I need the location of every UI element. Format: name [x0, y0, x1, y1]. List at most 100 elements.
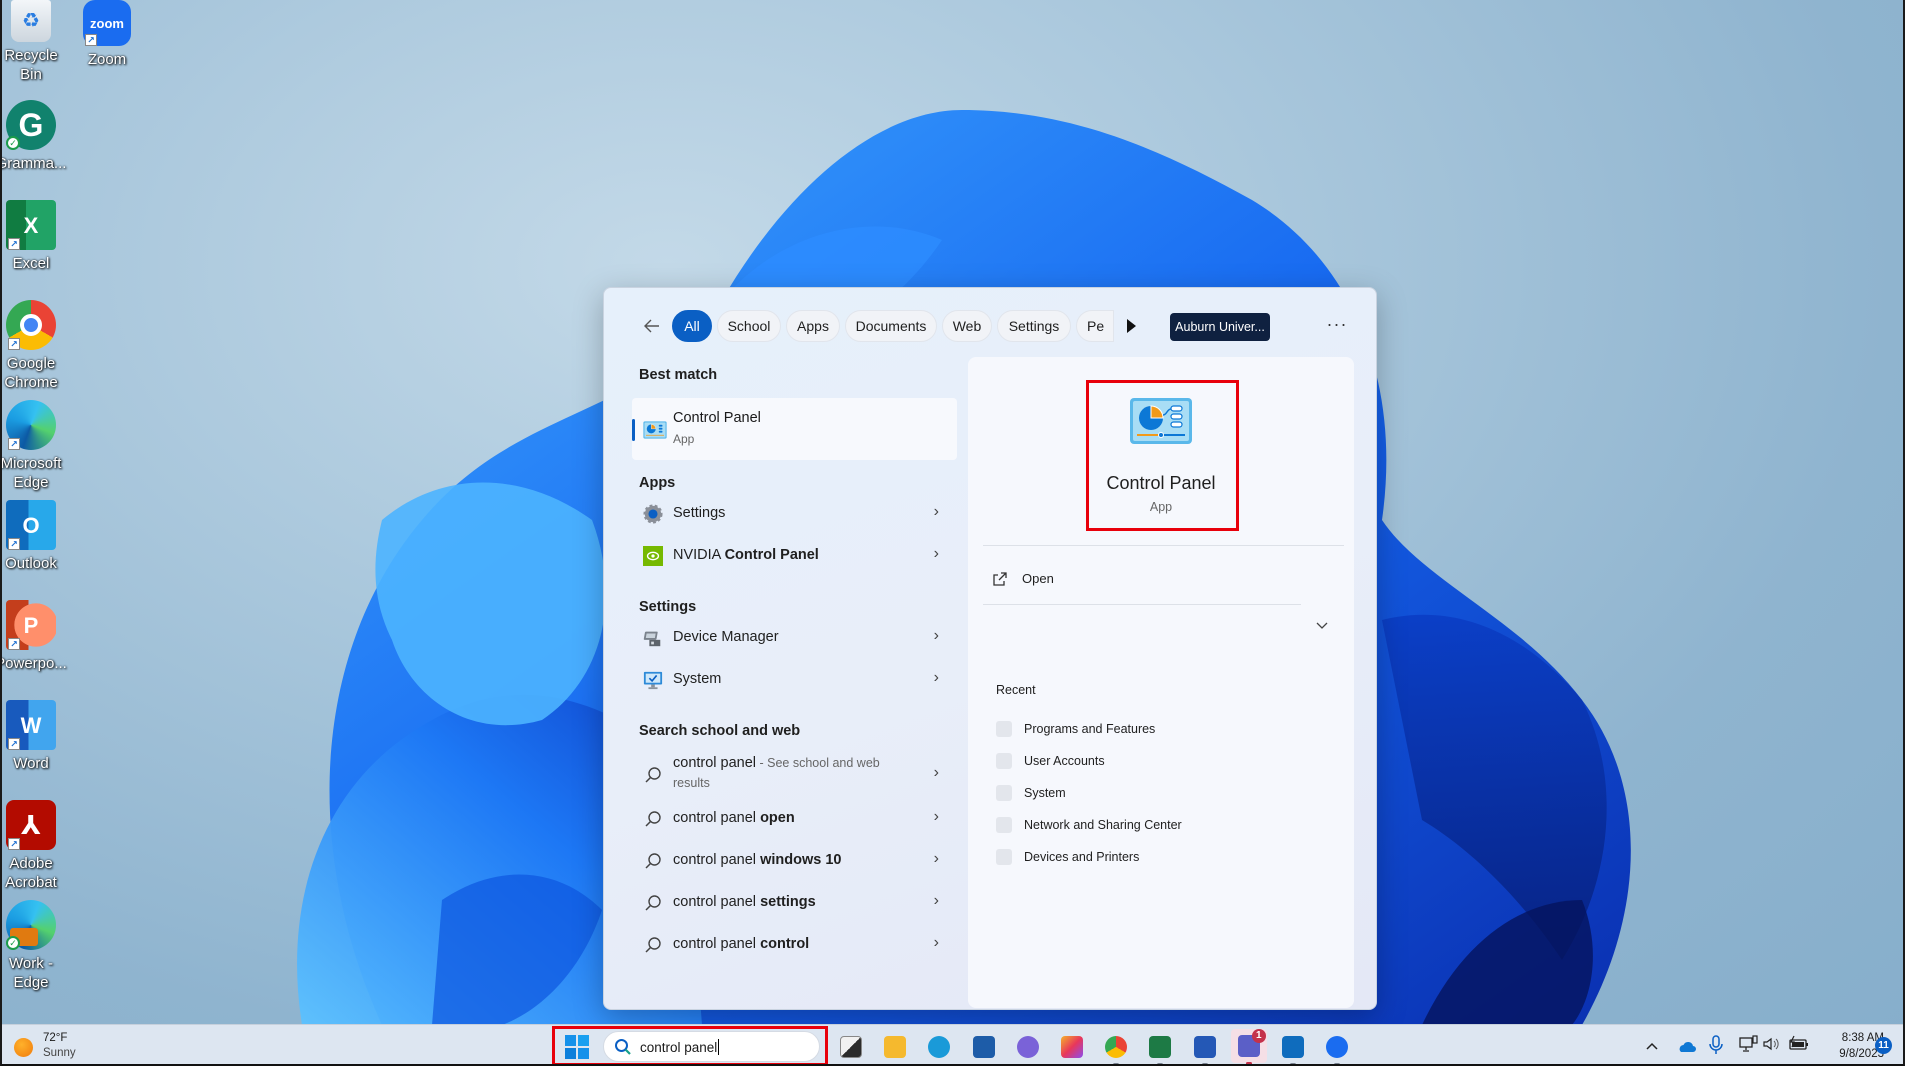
microphone-tray-button[interactable] [1709, 1035, 1723, 1057]
copilot-m365-icon [1016, 1036, 1039, 1058]
desktop-icon-acrobat[interactable]: ⅄ ↗ Adobe Acrobat [2, 800, 69, 892]
shortcut-arrow-icon: ↗ [8, 638, 20, 650]
network-wired-icon [1739, 1035, 1758, 1052]
setting-result-system[interactable]: System › [632, 662, 957, 698]
taskbar-app-word[interactable] [1191, 1033, 1219, 1064]
edge-work-icon [928, 1036, 951, 1058]
taskbar-app-microsoft-store[interactable] [970, 1033, 998, 1061]
taskbar-app-zoom[interactable] [1323, 1033, 1351, 1064]
desktop-icon-powerpoint[interactable]: P ↗ Powerpo... [2, 600, 69, 673]
desktop-icon-edge[interactable]: ↗ Microsoft Edge [2, 400, 69, 492]
taskbar-app-chrome[interactable] [1102, 1033, 1130, 1064]
organization-button[interactable]: Auburn Univer... [1170, 313, 1270, 341]
desktop-icon-word[interactable]: W ↗ Word [2, 700, 69, 773]
desktop-icon-label: Work - Edge [9, 955, 53, 991]
desktop-icon-recycle-bin[interactable]: ♻ Recycle Bin [2, 0, 69, 84]
desktop-icon-label: Outlook [5, 555, 57, 572]
control-panel-icon [643, 421, 667, 439]
weather-widget[interactable]: 72°F Sunny [14, 1031, 94, 1063]
filter-bar: All School Apps Documents Web Settings P… [604, 308, 1376, 344]
taskbar-app-task-view[interactable] [837, 1033, 865, 1061]
battery-charging-icon [1789, 1035, 1808, 1050]
filter-apps[interactable]: Apps [786, 310, 840, 342]
search-icon [645, 853, 661, 869]
desktop-icon-label: Google Chrome [4, 355, 58, 391]
network-tray-button[interactable] [1739, 1035, 1759, 1057]
best-match-result[interactable]: Control Panel App [632, 398, 957, 460]
nvidia-icon [643, 546, 663, 566]
show-hidden-icons-button[interactable] [1645, 1035, 1659, 1057]
chrome-icon: ↗ [6, 300, 56, 350]
chevron-right-icon: › [933, 808, 939, 825]
more-options-button[interactable]: ··· [1322, 310, 1352, 342]
desktop-icon-label: Word [13, 755, 49, 772]
settings-gear-icon [643, 504, 663, 524]
web-suggestion[interactable]: control panel control › [632, 927, 957, 963]
back-button[interactable] [638, 312, 666, 340]
taskbar-app-excel[interactable] [1146, 1033, 1174, 1064]
best-match-heading: Best match [639, 367, 718, 383]
desktop-icon-outlook[interactable]: O ↗ Outlook [2, 500, 69, 573]
desktop-icon-zoom[interactable]: zoom ↗ Zoom [69, 0, 145, 69]
recent-item-label: Devices and Printers [1024, 850, 1140, 864]
chevron-right-icon: › [933, 545, 939, 562]
chrome-icon [1105, 1036, 1128, 1058]
taskbar-app-creative-cloud[interactable] [1058, 1033, 1086, 1061]
recent-item-label: User Accounts [1024, 754, 1105, 768]
web-suggestion[interactable]: control panel - See school and web resul… [632, 750, 957, 798]
recent-item[interactable]: System [996, 783, 1296, 805]
filter-web[interactable]: Web [942, 310, 992, 342]
filter-all[interactable]: All [672, 310, 712, 342]
desktop-icon-label: Zoom [87, 51, 127, 68]
onedrive-cloud-icon [1679, 1041, 1696, 1052]
recent-item[interactable]: Network and Sharing Center [996, 815, 1296, 837]
chevron-right-icon: › [933, 669, 939, 686]
filter-people[interactable]: Pe [1076, 310, 1114, 342]
desktop-icon-grammarly[interactable]: G ✓ Gramma... [2, 100, 69, 173]
web-suggestion-label: control panel settings [673, 894, 816, 910]
desktop-icon-excel[interactable]: X ↗ Excel [2, 200, 69, 273]
open-action[interactable]: Open [992, 569, 1192, 591]
excel-icon: X ↗ [6, 200, 56, 250]
taskbar: 72°F Sunny control panel 1 8:38 AM 9/8/2… [2, 1024, 1903, 1064]
chevron-right-icon: › [933, 764, 939, 781]
chevron-right-icon: › [933, 627, 939, 644]
app-result-label: NVIDIA Control Panel [673, 547, 819, 563]
taskbar-app-teams[interactable]: 1 [1230, 1029, 1267, 1064]
taskbar-app-outlook[interactable] [1279, 1033, 1307, 1064]
onedrive-tray-button[interactable] [1676, 1035, 1696, 1057]
battery-tray-button[interactable] [1788, 1035, 1810, 1057]
taskbar-app-copilot-m365[interactable] [1014, 1033, 1042, 1061]
search-icon [645, 767, 661, 783]
shortcut-arrow-icon: ↗ [8, 438, 20, 450]
web-suggestion[interactable]: control panel windows 10 › [632, 843, 957, 879]
web-suggestion-label: control panel control [673, 936, 810, 952]
volume-tray-button[interactable] [1762, 1035, 1782, 1057]
recent-item[interactable]: Programs and Features [996, 719, 1296, 741]
web-suggestion[interactable]: control panel settings › [632, 885, 957, 921]
sync-check-icon: ✓ [6, 936, 20, 950]
setting-result-device-manager[interactable]: Device Manager › [632, 620, 957, 656]
scroll-filters-right-button[interactable] [1125, 314, 1141, 338]
expand-chevron-down-icon[interactable] [1314, 620, 1330, 632]
shortcut-arrow-icon: ↗ [85, 34, 97, 46]
control-panel-large-icon[interactable] [1129, 397, 1193, 445]
recent-item-icon [996, 753, 1012, 769]
chevron-right-icon: › [933, 503, 939, 520]
shortcut-arrow-icon: ↗ [8, 538, 20, 550]
recent-item[interactable]: User Accounts [996, 751, 1296, 773]
filter-documents[interactable]: Documents [845, 310, 937, 342]
taskbar-app-edge-work[interactable] [925, 1033, 953, 1061]
desktop-icon-work-edge[interactable]: ✓ Work - Edge [2, 900, 69, 992]
system-monitor-icon [643, 671, 663, 690]
filter-school[interactable]: School [717, 310, 781, 342]
desktop-icon-chrome[interactable]: ↗ Google Chrome [2, 300, 69, 392]
taskbar-app-file-explorer[interactable] [881, 1033, 909, 1061]
filter-settings[interactable]: Settings [997, 310, 1071, 342]
app-result-nvidia[interactable]: NVIDIA Control Panel › [632, 538, 957, 574]
web-suggestion[interactable]: control panel open › [632, 801, 957, 837]
recent-item[interactable]: Devices and Printers [996, 847, 1296, 869]
app-result-settings[interactable]: Settings › [632, 496, 957, 532]
task-view-icon [840, 1036, 862, 1058]
notification-center-badge[interactable]: 11 [1875, 1037, 1892, 1054]
